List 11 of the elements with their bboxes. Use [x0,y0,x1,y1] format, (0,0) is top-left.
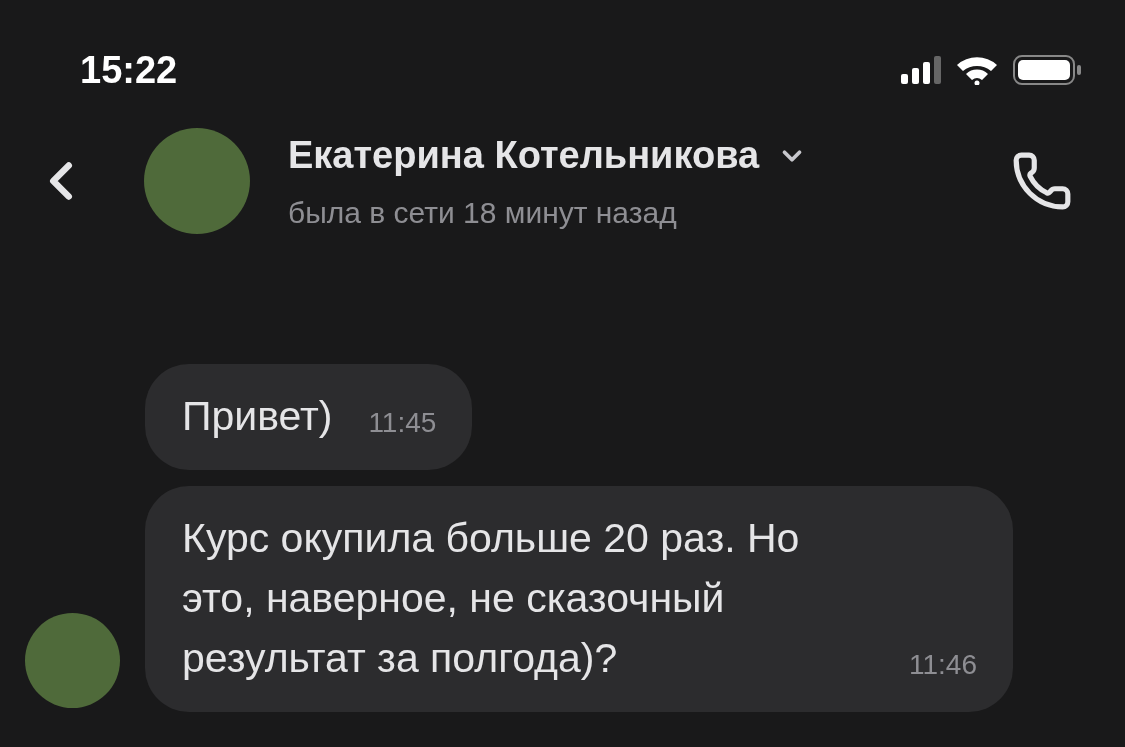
wifi-icon [955,55,999,85]
battery-icon [1013,55,1083,85]
last-seen-status: была в сети 18 минут назад [288,195,678,231]
status-time: 15:22 [80,47,178,93]
contact-name[interactable]: Екатерина Котельникова [288,127,760,184]
message-text: Привет) [182,392,333,441]
message-text: Курс окупила больше 20 раз. Но это, наверное, не сказочный результат за полгода)? [182,514,801,683]
message-time: 11:45 [368,406,437,440]
message-time: 11:46 [909,648,977,682]
phone-icon[interactable] [1011,150,1073,212]
signal-icon [901,56,941,84]
